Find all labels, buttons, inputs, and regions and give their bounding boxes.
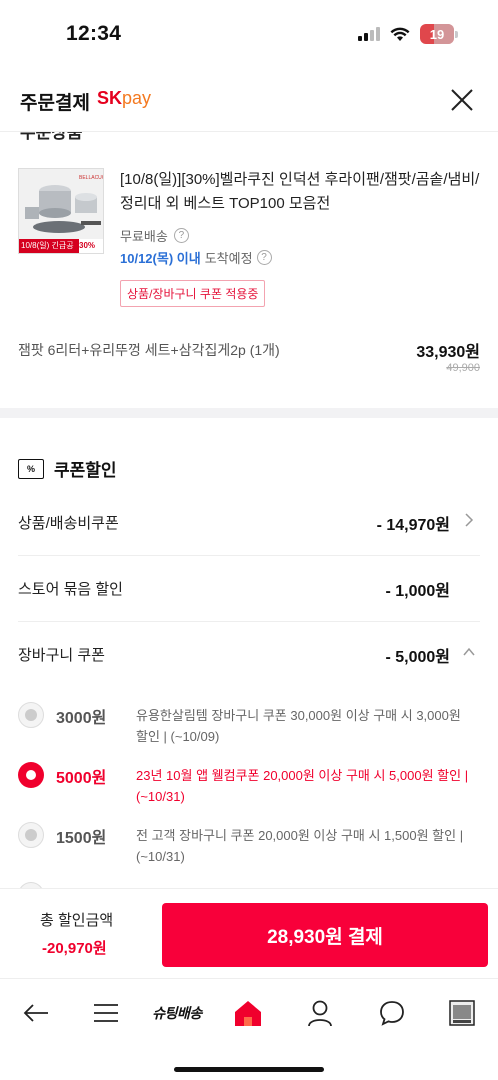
- home-indicator: [174, 1067, 324, 1072]
- row-label: 스토어 묶음 할인: [18, 581, 123, 598]
- arrival-info: 10/12(목) 이내 도착예정 ?: [120, 248, 272, 267]
- svg-text:BELLACUCINA: BELLACUCINA: [79, 175, 104, 181]
- product-shipping-coupon-row[interactable]: 상품/배송비쿠폰 - 14,970원: [18, 490, 480, 556]
- product-option: 잼팟 6리터+유리뚜껑 세트+삼각집게2p (1개): [18, 342, 280, 358]
- coupon-amount: 1500원: [56, 830, 107, 847]
- brand-label: 슈팅배송: [152, 1005, 202, 1021]
- recent-product-thumbnail-icon: [449, 1000, 475, 1026]
- pay-button[interactable]: 28,930원 결제: [162, 903, 488, 967]
- store-bundle-discount-row: 스토어 묶음 할인 - 1,000원: [18, 556, 480, 622]
- radio-button[interactable]: [18, 702, 44, 728]
- menu-button[interactable]: [86, 995, 126, 1031]
- shipping-info: 무료배송 ?: [120, 226, 189, 245]
- status-bar: 12:34 19: [0, 0, 498, 70]
- arrow-left-icon: [23, 1004, 48, 1022]
- coupon-description: 전 고객 장바구니 쿠폰 20,000원 이상 구매 시 1,500원 할인 |…: [136, 828, 464, 864]
- row-value: - 1,000원: [385, 583, 450, 600]
- status-time: 12:34: [66, 22, 122, 45]
- coupon-section-header: % 쿠폰할인: [18, 456, 117, 481]
- product-name[interactable]: [10/8(일)][30%]벨라쿠진 인덕션 후라이팬/잼팟/곰솥/냄비/정리대…: [120, 168, 480, 216]
- status-icons: 19: [358, 24, 458, 44]
- coupon-amount: 3000원: [56, 710, 107, 727]
- radio-button[interactable]: [18, 822, 44, 848]
- wifi-icon: [390, 27, 410, 41]
- menu-icon: [94, 1004, 118, 1022]
- coupon-icon: %: [18, 458, 44, 479]
- shooting-delivery-button[interactable]: 슈팅배송: [144, 995, 210, 1031]
- arrival-date: 10/12(목) 이내: [120, 251, 201, 266]
- section-divider: [0, 408, 498, 418]
- row-label: 상품/배송비쿠폰: [18, 515, 119, 532]
- skpay-logo: SKpay: [97, 88, 152, 108]
- chat-button[interactable]: [372, 995, 412, 1031]
- battery-icon: 19: [420, 24, 458, 44]
- shipping-label: 무료배송: [120, 229, 168, 244]
- coupon-section-title: 쿠폰할인: [54, 461, 117, 480]
- coupon-amount: 5000원: [56, 770, 107, 787]
- radio-button-selected[interactable]: [18, 762, 44, 788]
- close-icon[interactable]: [448, 86, 476, 114]
- row-value: - 5,000원: [385, 649, 450, 666]
- row-label: 장바구니 쿠폰: [18, 647, 105, 664]
- cart-coupon-row[interactable]: 장바구니 쿠폰 - 5,000원: [18, 622, 480, 688]
- product-thumbnail[interactable]: BELLACUCINA 10/8(일) 긴급공수 30%: [18, 168, 104, 254]
- cookware-image: BELLACUCINA: [19, 169, 104, 241]
- page-title: 주문결제: [20, 93, 90, 114]
- payment-bar: 총 할인금액 -20,970원 28,930원 결제: [0, 888, 498, 978]
- battery-level: 19: [429, 26, 445, 42]
- home-icon: [235, 1001, 261, 1026]
- arrival-text: 도착예정: [204, 251, 253, 266]
- my-page-button[interactable]: [300, 995, 340, 1031]
- thumbnail-badge: 10/8(일) 긴급공수 30%: [19, 239, 103, 253]
- home-button[interactable]: [228, 995, 268, 1031]
- coupon-applied-tag: 상품/장바구니 쿠폰 적용중: [120, 280, 266, 307]
- product-option-row: 잼팟 6리터+유리뚜껑 세트+삼각집게2p (1개) 33,930원 49,90…: [18, 340, 480, 374]
- user-icon: [308, 1000, 332, 1027]
- bottom-navigation: 슈팅배송: [0, 978, 498, 1080]
- chevron-right-icon[interactable]: [462, 512, 476, 528]
- total-discount-label: 총 할인금액: [40, 912, 114, 929]
- coupon-description: 23년 10월 앱 웰컴쿠폰 20,000원 이상 구매 시 5,000원 할인…: [136, 768, 469, 804]
- back-button[interactable]: [16, 995, 56, 1031]
- order-content[interactable]: 주문상품 BELLACUCINA 10/8(일) 긴급공수 30% [10/8(…: [0, 118, 498, 898]
- chat-icon: [380, 1001, 404, 1026]
- total-discount-value: -20,970원: [42, 940, 107, 957]
- product-price: 33,930원: [416, 344, 480, 361]
- help-icon[interactable]: ?: [173, 228, 189, 243]
- coupon-description: 유용한살림템 장바구니 쿠폰 30,000원 이상 구매 시 3,000원 할인…: [136, 708, 461, 744]
- original-price: 49,900: [446, 362, 480, 374]
- signal-icon: [358, 27, 380, 41]
- row-value: - 14,970원: [376, 517, 450, 534]
- recent-item-button[interactable]: [442, 995, 482, 1031]
- chevron-up-icon[interactable]: [462, 644, 476, 660]
- help-icon[interactable]: ?: [256, 250, 272, 265]
- header: 주문결제 SKpay: [0, 70, 498, 132]
